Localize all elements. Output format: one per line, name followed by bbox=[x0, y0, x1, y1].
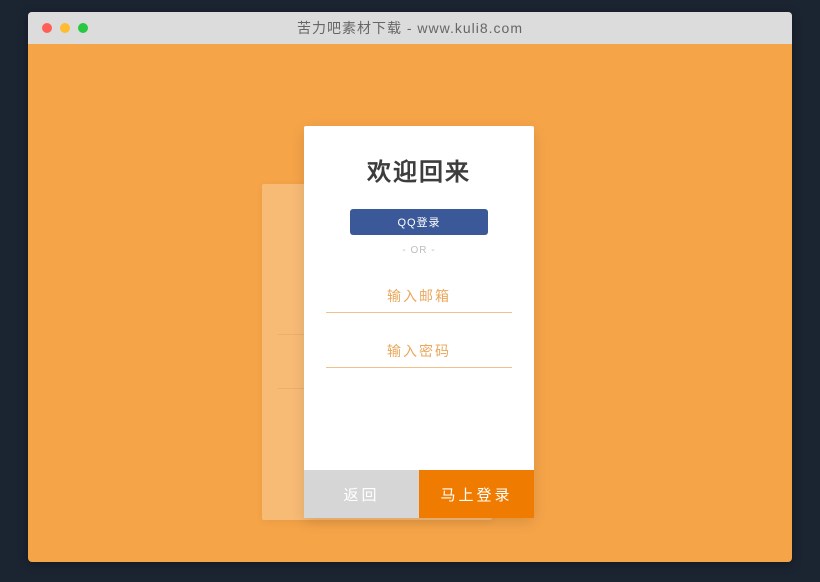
back-button[interactable]: 返回 bbox=[304, 470, 419, 518]
titlebar: 苦力吧素材下载 - www.kuli8.com bbox=[28, 12, 792, 44]
maximize-icon[interactable] bbox=[78, 23, 88, 33]
email-field[interactable] bbox=[326, 280, 512, 313]
password-field[interactable] bbox=[326, 335, 512, 368]
browser-window: 苦力吧素材下载 - www.kuli8.com 欢迎回来 QQ登录 - OR -… bbox=[28, 12, 792, 562]
traffic-lights bbox=[28, 23, 88, 33]
card-title: 欢迎回来 bbox=[326, 152, 512, 187]
card-body: 欢迎回来 QQ登录 - OR - bbox=[304, 126, 534, 470]
content-area: 欢迎回来 QQ登录 - OR - 返回 马上登录 bbox=[28, 44, 792, 562]
or-divider: - OR - bbox=[326, 245, 512, 256]
card-footer: 返回 马上登录 bbox=[304, 470, 534, 518]
minimize-icon[interactable] bbox=[60, 23, 70, 33]
login-card: 欢迎回来 QQ登录 - OR - 返回 马上登录 bbox=[304, 126, 534, 518]
window-title: 苦力吧素材下载 - www.kuli8.com bbox=[28, 18, 792, 38]
qq-login-button[interactable]: QQ登录 bbox=[350, 209, 488, 235]
close-icon[interactable] bbox=[42, 23, 52, 33]
login-button[interactable]: 马上登录 bbox=[419, 470, 534, 518]
